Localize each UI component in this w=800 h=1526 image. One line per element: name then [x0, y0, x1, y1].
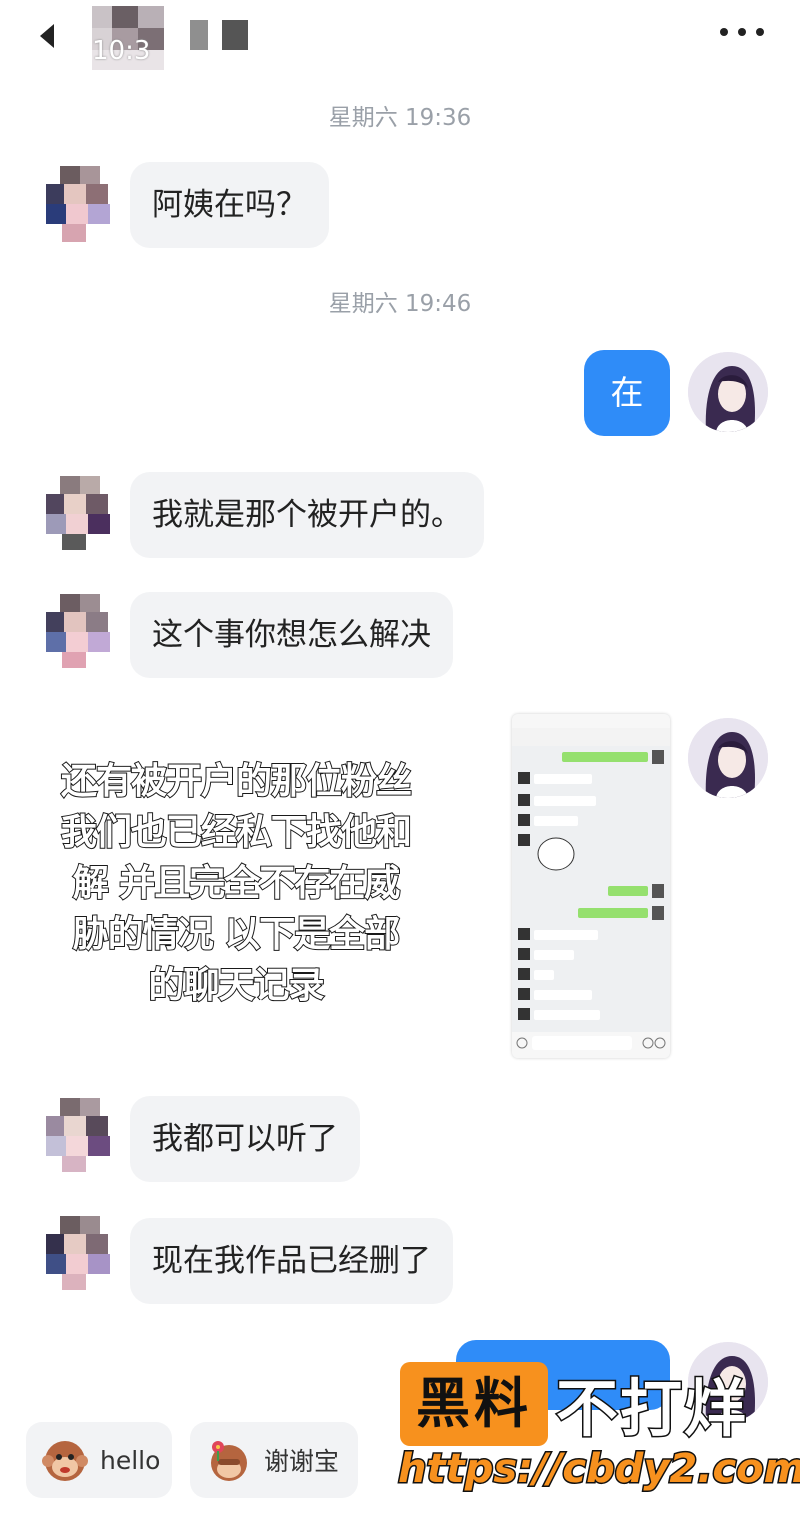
- caption-line: 我们也已经私下找他和: [60, 811, 413, 854]
- incoming-message-bubble[interactable]: 这个事你想怎么解决: [130, 592, 453, 678]
- sender-avatar: [46, 1098, 116, 1176]
- message-timestamp: 星期六 19:36: [328, 105, 472, 131]
- message-timestamp: 星期六 19:46: [328, 291, 472, 317]
- my-avatar: [688, 718, 768, 798]
- incoming-message-bubble[interactable]: 现在我作品已经删了: [130, 1218, 453, 1304]
- monkey-emoji: [42, 1441, 88, 1481]
- watermark-logo-box: 黑料: [400, 1362, 548, 1446]
- quick-reply-label: hello: [100, 1445, 161, 1475]
- quick-reply-hello[interactable]: hello: [26, 1422, 172, 1498]
- quick-reply-thanks[interactable]: 谢谢宝: [190, 1422, 358, 1498]
- caption-line: 的聊天记录: [147, 964, 325, 1007]
- caption-line: 解 并且完全不存在威: [72, 862, 402, 905]
- more-horizontal-icon: [720, 28, 764, 36]
- sender-avatar: [46, 166, 116, 244]
- sender-avatar: [46, 1216, 116, 1294]
- caption-line: 还有被开户的那位粉丝: [60, 760, 413, 803]
- quick-reply-label: 谢谢宝: [264, 1447, 340, 1476]
- image-message-chat-screenshot[interactable]: [512, 714, 670, 1058]
- monkey-flower-emoji: [211, 1441, 247, 1481]
- overlay-caption: 还有被开户的那位粉丝 我们也已经私下找他和 解 并且完全不存在威 胁的情况 以下…: [36, 756, 436, 1011]
- outgoing-message-bubble[interactable]: 在: [584, 350, 670, 436]
- more-options-button[interactable]: [712, 20, 772, 44]
- watermark-logo-text: 不打烊: [554, 1371, 749, 1447]
- incoming-message-bubble[interactable]: 阿姨在吗？: [130, 162, 329, 248]
- chat-header: 10:3: [0, 0, 800, 80]
- sender-avatar: [46, 594, 116, 672]
- chevron-left-icon: [40, 24, 54, 48]
- back-button[interactable]: [30, 18, 70, 54]
- my-avatar: [688, 352, 768, 432]
- watermark-url: https://cbdy2.com: [396, 1445, 800, 1494]
- sender-avatar: [46, 476, 116, 554]
- incoming-message-bubble[interactable]: 我就是那个被开户的。: [130, 472, 484, 558]
- incoming-message-bubble[interactable]: 我都可以听了: [130, 1096, 360, 1182]
- caption-line: 胁的情况 以下是全部: [72, 913, 402, 956]
- status-time: 10:3: [92, 36, 151, 66]
